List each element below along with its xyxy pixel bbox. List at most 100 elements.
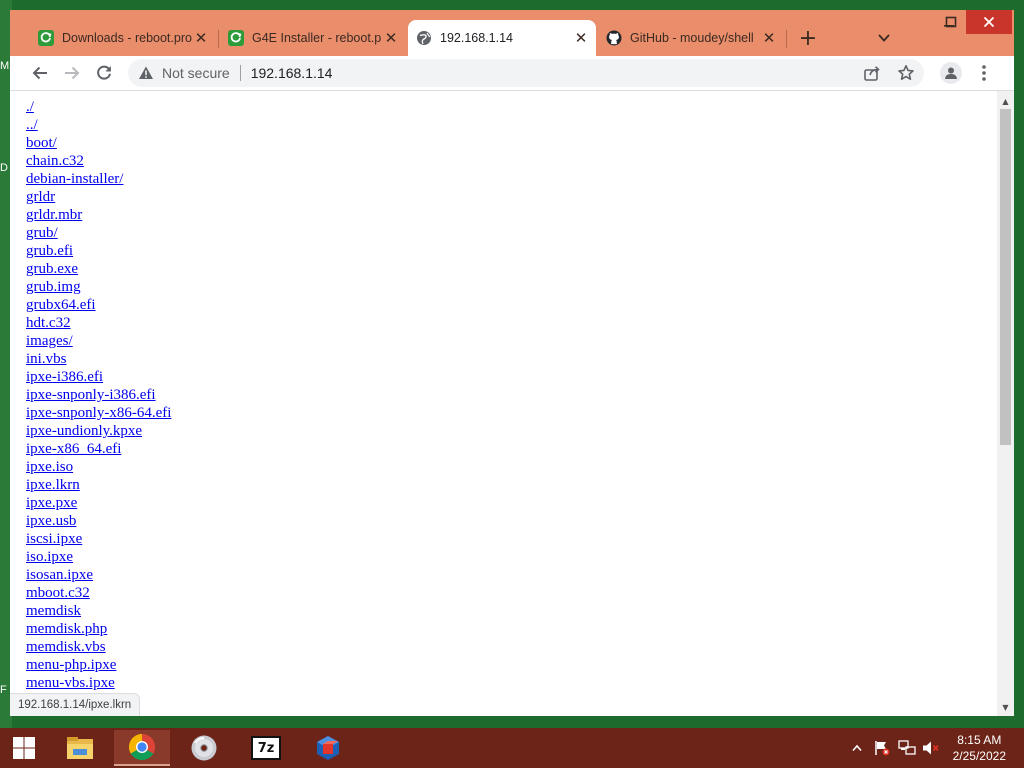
new-tab-button[interactable]: + xyxy=(796,26,820,51)
listing-item: images/ xyxy=(26,331,171,349)
file-link[interactable]: ../ xyxy=(26,117,38,133)
link-status-bubble: 192.168.1.14/ipxe.lkrn xyxy=(10,693,141,716)
network-icon[interactable] xyxy=(898,728,916,768)
page-content: ./ ../ boot/chain.c32 debian-installer/grld… xyxy=(10,90,1014,716)
tab-title: GitHub - moudey/shell xyxy=(630,31,754,45)
address-bar[interactable]: Not secure 192.168.1.14 xyxy=(128,59,924,87)
listing-item: ipxe.pxe xyxy=(26,493,171,511)
tab-g4e-installer[interactable]: G4E Installer - reboot.pro ✕ xyxy=(220,20,406,56)
tab-strip: Downloads - reboot.pro ✕ G4E Installer -… xyxy=(10,10,1014,56)
tab-separator xyxy=(218,30,219,48)
file-link[interactable]: grldr xyxy=(26,189,55,205)
show-hidden-icons-icon[interactable] xyxy=(852,728,862,768)
windows-logo-icon xyxy=(13,737,35,759)
back-button[interactable] xyxy=(26,60,54,86)
file-link[interactable]: iso.ipxe xyxy=(26,549,73,565)
file-link[interactable]: grub/ xyxy=(26,225,58,241)
listing-item: ipxe-x86_64.efi xyxy=(26,439,171,457)
file-link[interactable]: chain.c32 xyxy=(26,153,84,169)
file-link[interactable]: grub.efi xyxy=(26,243,73,259)
forward-button[interactable] xyxy=(58,60,86,86)
file-explorer-icon[interactable] xyxy=(52,730,108,766)
file-link[interactable]: grub.exe xyxy=(26,261,78,277)
file-link[interactable]: menu-vbs.ipxe xyxy=(26,675,115,691)
omnibox-divider xyxy=(239,65,241,81)
url-text[interactable]: 192.168.1.14 xyxy=(251,65,333,81)
tab-downloads[interactable]: Downloads - reboot.pro ✕ xyxy=(30,20,216,56)
maximize-button[interactable] xyxy=(934,10,968,34)
bookmark-star-icon[interactable] xyxy=(896,63,916,83)
vertical-scrollbar[interactable]: ▲ ▼ xyxy=(997,91,1014,716)
listing-item: grub.efi xyxy=(26,241,171,259)
file-link[interactable]: ipxe-snponly-x86-64.efi xyxy=(26,405,171,421)
listing-item: ipxe.usb xyxy=(26,511,171,529)
file-link[interactable]: ini.vbs xyxy=(26,351,66,367)
file-link[interactable]: ipxe-undionly.kpxe xyxy=(26,423,142,439)
file-link[interactable]: hdt.c32 xyxy=(26,315,71,331)
start-button[interactable] xyxy=(0,728,48,768)
file-link[interactable]: grub.img xyxy=(26,279,81,295)
listing-item: ipxe-i386.efi xyxy=(26,367,171,385)
file-link[interactable]: ipxe-i386.efi xyxy=(26,369,103,385)
warning-icon[interactable] xyxy=(138,65,154,81)
listing-item: memdisk.vbs xyxy=(26,637,171,655)
file-link[interactable]: memdisk.php xyxy=(26,621,107,637)
reboot-favicon-icon xyxy=(228,30,244,46)
listing-item: menu-php.ipxe xyxy=(26,655,171,673)
security-status-label[interactable]: Not secure xyxy=(162,65,230,81)
listing-item: debian-installer/ xyxy=(26,169,171,187)
listing-item: ipxe.lkrn xyxy=(26,475,171,493)
taskbar: 7z 8:15 AM 2/25/2022 xyxy=(0,728,1024,768)
scroll-down-icon[interactable]: ▼ xyxy=(997,699,1014,715)
file-link[interactable]: ipxe.iso xyxy=(26,459,73,475)
listing-item: iso.ipxe xyxy=(26,547,171,565)
listing-item: memdisk xyxy=(26,601,171,619)
listing-item: mboot.c32 xyxy=(26,583,171,601)
tab-local-server[interactable]: 192.168.1.14 ✕ xyxy=(408,20,596,56)
directory-listing: ./ ../ boot/chain.c32 debian-installer/grld… xyxy=(26,97,171,691)
scroll-up-icon[interactable]: ▲ xyxy=(997,93,1014,109)
close-tab-icon[interactable]: ✕ xyxy=(572,29,590,47)
file-link[interactable]: ipxe.pxe xyxy=(26,495,77,511)
tab-github[interactable]: GitHub - moudey/shell ✕ xyxy=(598,20,784,56)
system-clock[interactable]: 8:15 AM 2/25/2022 xyxy=(953,732,1006,764)
file-link[interactable]: ./ xyxy=(26,99,34,115)
file-link[interactable]: ipxe.lkrn xyxy=(26,477,80,493)
file-link[interactable]: isosan.ipxe xyxy=(26,567,93,583)
cd-drive-icon[interactable] xyxy=(176,730,232,766)
file-link[interactable]: grubx64.efi xyxy=(26,297,96,313)
globe-icon xyxy=(416,30,432,46)
scrollbar-thumb[interactable] xyxy=(1000,109,1011,445)
more-menu-icon[interactable] xyxy=(974,62,994,84)
file-link[interactable]: memdisk.vbs xyxy=(26,639,106,655)
virtualbox-icon[interactable] xyxy=(300,730,356,766)
file-link[interactable]: ipxe-snponly-i386.efi xyxy=(26,387,156,403)
close-tab-icon[interactable]: ✕ xyxy=(382,29,400,47)
file-link[interactable]: ipxe.usb xyxy=(26,513,76,529)
tab-search-chevron-down-icon[interactable] xyxy=(874,28,894,48)
file-link[interactable]: iscsi.ipxe xyxy=(26,531,82,547)
close-tab-icon[interactable]: ✕ xyxy=(760,29,778,47)
action-center-flag-icon[interactable] xyxy=(874,728,890,768)
close-tab-icon[interactable]: ✕ xyxy=(192,29,210,47)
file-link[interactable]: ipxe-x86_64.efi xyxy=(26,441,121,457)
close-window-button[interactable] xyxy=(966,10,1012,34)
file-link[interactable]: debian-installer/ xyxy=(26,171,123,187)
reload-icon xyxy=(97,65,111,80)
volume-muted-icon[interactable] xyxy=(922,728,940,768)
file-link[interactable]: images/ xyxy=(26,333,73,349)
file-link[interactable]: boot/ xyxy=(26,135,57,151)
7zip-label: 7z xyxy=(251,736,281,760)
file-link[interactable]: grldr.mbr xyxy=(26,207,82,223)
7zip-icon[interactable]: 7z xyxy=(238,730,294,766)
browser-window: Downloads - reboot.pro ✕ G4E Installer -… xyxy=(10,10,1014,716)
share-icon[interactable] xyxy=(862,63,882,83)
chrome-icon[interactable] xyxy=(114,730,170,766)
file-link[interactable]: mboot.c32 xyxy=(26,585,90,601)
listing-item: grub.img xyxy=(26,277,171,295)
listing-item: ipxe-snponly-i386.efi xyxy=(26,385,171,403)
file-link[interactable]: memdisk xyxy=(26,603,81,619)
file-link[interactable]: menu-php.ipxe xyxy=(26,657,116,673)
reload-button[interactable] xyxy=(90,60,118,86)
profile-avatar-icon[interactable] xyxy=(940,62,962,84)
